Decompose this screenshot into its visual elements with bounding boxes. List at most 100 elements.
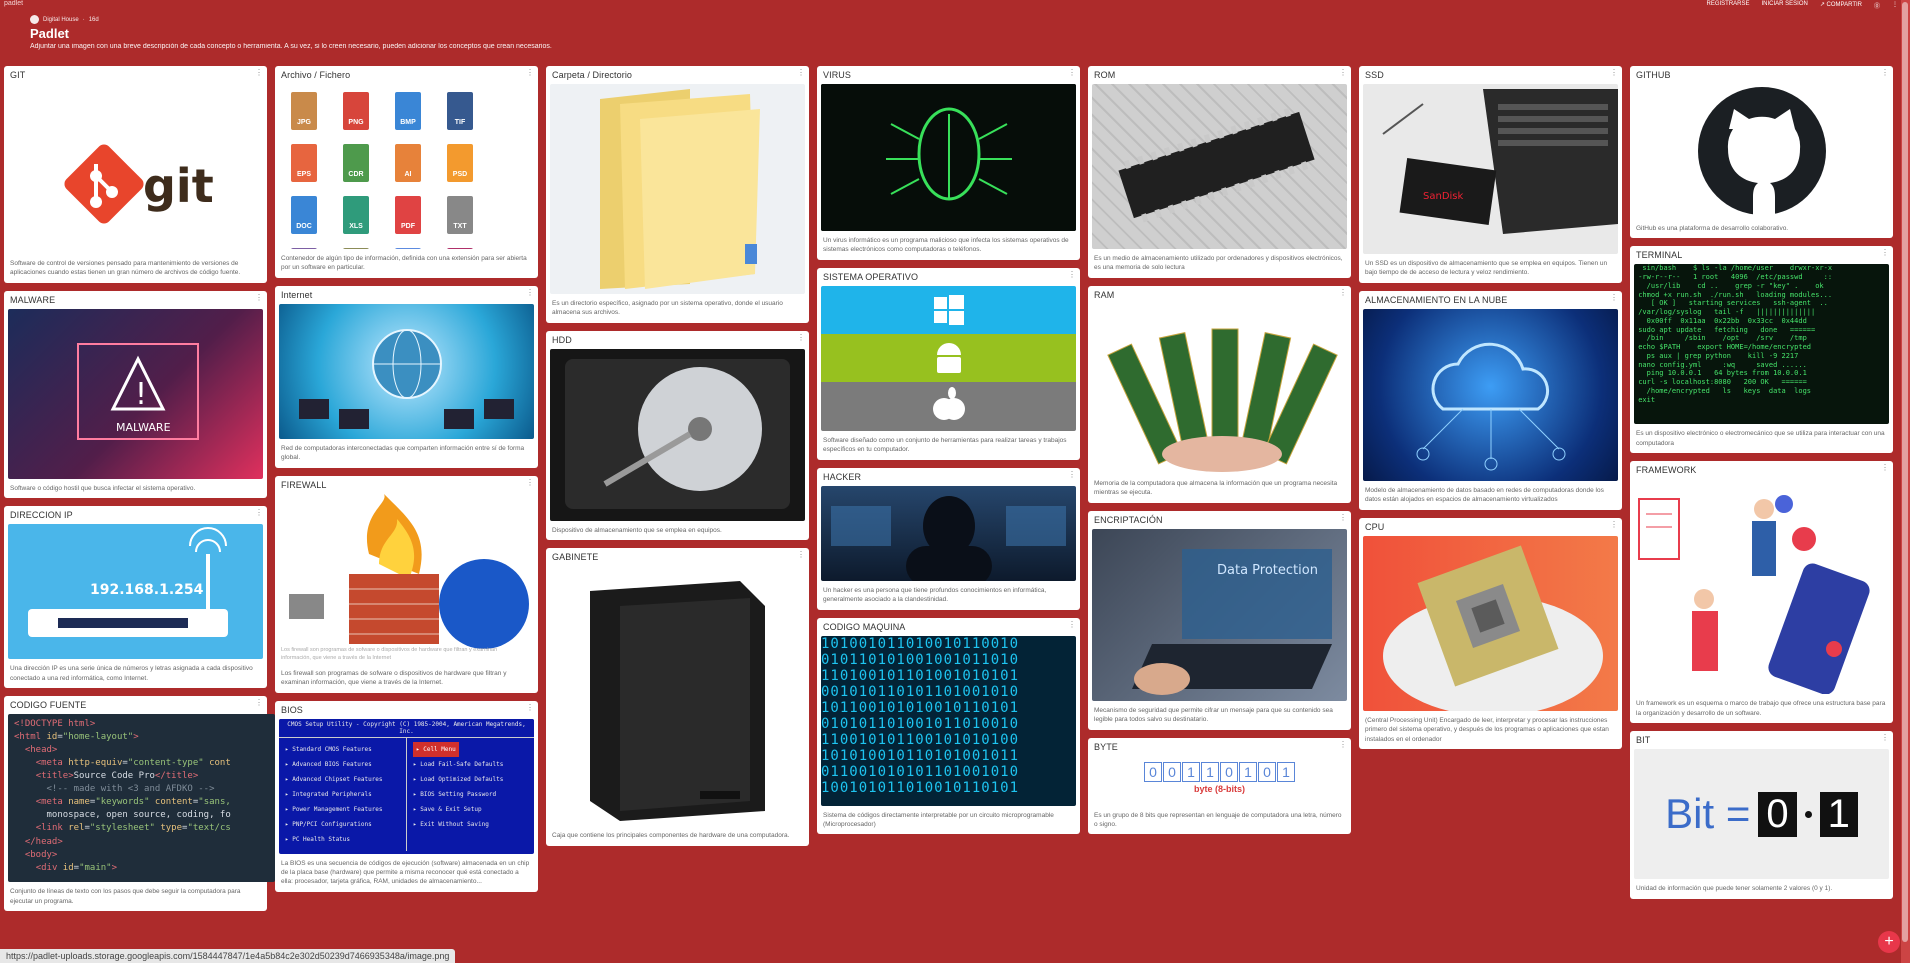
os-logos-image[interactable] — [821, 285, 1076, 431]
card-menu-icon[interactable]: ⋮ — [526, 288, 534, 297]
card-menu-icon[interactable]: ⋮ — [1339, 68, 1347, 77]
card-archivo[interactable]: Archivo / Fichero ⋮ JPG PNG BMP TIF EPS CDR AI… — [275, 66, 538, 278]
rom-chip-image[interactable] — [1092, 84, 1347, 249]
card-internet[interactable]: Internet ⋮ Red de computadoras intercone… — [275, 285, 538, 468]
card-menu-icon[interactable]: ⋮ — [1068, 270, 1076, 279]
source-code-image[interactable]: <!DOCTYPE html> <html id="home-layout"> … — [8, 714, 275, 883]
card-github[interactable]: GITHUB ⋮ GitHub es una plataforma de des… — [1630, 66, 1893, 239]
column-5: ROM ⋮ Es un medio de almacenamiento util… — [1088, 66, 1351, 842]
card-menu-icon[interactable]: ⋮ — [255, 68, 263, 77]
card-menu-icon[interactable]: ⋮ — [255, 293, 263, 302]
card-hacker[interactable]: HACKER ⋮ Un hacker es una persona que ti… — [817, 467, 1080, 610]
card-sistema-operativo[interactable]: SISTEMA OPERATIVO ⋮ Software diseñado co… — [817, 267, 1080, 460]
hdd-image[interactable] — [550, 348, 805, 521]
card-menu-icon[interactable]: ⋮ — [255, 698, 263, 707]
file-types-image[interactable]: JPG PNG BMP TIF EPS CDR AI PSD DOC XLS PDF TXT RTF AV… — [279, 84, 534, 249]
card-gabinete[interactable]: GABINETE ⋮ Caja que contiene los princip… — [546, 548, 809, 846]
card-terminal[interactable]: TERMINAL ⋮ sin/bash $ ls -la /home/user … — [1630, 246, 1893, 454]
card-menu-icon[interactable]: ⋮ — [1610, 68, 1618, 77]
git-logo-image[interactable]: git — [8, 84, 263, 254]
malware-image[interactable]: ! MALWARE — [8, 308, 263, 479]
avatar[interactable] — [30, 15, 39, 24]
encryption-image[interactable]: Data Protection — [1092, 528, 1347, 701]
card-bit[interactable]: BIT ⋮ Bit = 0 1 Unidad de información qu… — [1630, 731, 1893, 899]
card-description: Un framework es un esquema o marco de tr… — [1636, 700, 1886, 717]
card-firewall[interactable]: FIREWALL ⋮ Los firewall son programas de… — [275, 475, 538, 693]
card-menu-icon[interactable]: ⋮ — [526, 703, 534, 712]
card-menu-icon[interactable]: ⋮ — [526, 478, 534, 487]
more-icon[interactable]: ⋮ — [1892, 1, 1898, 10]
card-virus[interactable]: VIRUS ⋮ Un virus informático es un progr… — [817, 66, 1080, 260]
file-type-avi-icon: AVI — [343, 248, 369, 249]
card-ssd[interactable]: SSD ⋮ SanDisk Un SSD es un dispositivo d… — [1359, 66, 1622, 283]
card-menu-icon[interactable]: ⋮ — [1068, 470, 1076, 479]
internet-image[interactable] — [279, 303, 534, 439]
card-description: Es un dispositivo electrónico o electrom… — [1636, 430, 1885, 447]
card-menu-icon[interactable]: ⋮ — [1068, 620, 1076, 629]
file-type-label: PDF — [401, 223, 415, 230]
author-name[interactable]: Digital House — [43, 17, 79, 23]
card-git[interactable]: GIT ⋮ git Software de control de version… — [4, 66, 267, 283]
card-menu-icon[interactable]: ⋮ — [1339, 288, 1347, 297]
card-encriptacion[interactable]: ENCRIPTACIÓN ⋮ Data Protection Mecanismo… — [1088, 510, 1351, 730]
card-menu-icon[interactable]: ⋮ — [1068, 68, 1076, 77]
card-nube[interactable]: ALMACENAMIENTO EN LA NUBE ⋮ Modelo de al… — [1359, 290, 1622, 510]
virus-image[interactable] — [821, 84, 1076, 231]
router-image[interactable]: 192.168.1.254 — [8, 524, 263, 660]
cloud-image[interactable] — [1363, 308, 1618, 481]
card-byte[interactable]: BYTE ⋮ 00110101 byte (8-bits) Es un grup… — [1088, 737, 1351, 835]
help-icon[interactable]: ⓪ — [1874, 1, 1880, 10]
framework-image[interactable] — [1634, 479, 1889, 695]
firewall-image[interactable]: Los firewall son programas de sofware o … — [279, 493, 534, 664]
card-rom[interactable]: ROM ⋮ Es un medio de almacenamiento util… — [1088, 66, 1351, 278]
card-menu-icon[interactable]: ⋮ — [1881, 733, 1889, 742]
bios-menu-item: ▸ Load Optimized Defaults — [413, 775, 504, 783]
page-subtitle: Adjuntar una imagen con una breve descri… — [30, 43, 552, 50]
card-codigo-maquina[interactable]: CODIGO MAQUINA ⋮ 101001011010010110010 0… — [817, 617, 1080, 835]
card-malware[interactable]: MALWARE ⋮ ! MALWARE Software o código ho… — [4, 290, 267, 499]
brand-logo[interactable]: padlet — [4, 0, 23, 7]
card-menu-icon[interactable]: ⋮ — [1339, 740, 1347, 749]
card-menu-icon[interactable]: ⋮ — [526, 68, 534, 77]
card-ram[interactable]: RAM ⋮ Memoria de la computadora que alma… — [1088, 285, 1351, 503]
card-menu-icon[interactable]: ⋮ — [1881, 248, 1889, 257]
card-hdd[interactable]: HDD ⋮ Dispositivo de almacenamiento que … — [546, 330, 809, 541]
post-time: 16d — [88, 16, 99, 23]
card-menu-icon[interactable]: ⋮ — [1881, 463, 1889, 472]
pc-case-image[interactable] — [550, 566, 805, 827]
add-post-button[interactable]: + — [1878, 931, 1900, 953]
bios-screen-image[interactable]: CMOS Setup Utility - Copyright (C) 1985-… — [279, 718, 534, 854]
login-link[interactable]: INICIAR SESIÓN — [1762, 1, 1808, 10]
card-menu-icon[interactable]: ⋮ — [1339, 513, 1347, 522]
card-carpeta[interactable]: Carpeta / Directorio ⋮ Es un directorio … — [546, 66, 809, 323]
card-menu-icon[interactable]: ⋮ — [797, 333, 805, 342]
byte-bit-cell: 0 — [1258, 761, 1276, 782]
ram-modules-image[interactable] — [1092, 303, 1347, 474]
scrollbar-thumb[interactable] — [1902, 2, 1908, 942]
bit-image[interactable]: Bit = 0 1 — [1634, 749, 1889, 880]
cpu-image[interactable] — [1363, 535, 1618, 711]
card-menu-icon[interactable]: ⋮ — [255, 508, 263, 517]
card-menu-icon[interactable]: ⋮ — [1610, 520, 1618, 529]
card-cpu[interactable]: CPU ⋮ (Central Processing Unit) Encargad… — [1359, 517, 1622, 749]
card-menu-icon[interactable]: ⋮ — [1610, 293, 1618, 302]
binary-code-image[interactable]: 101001011010010110010 010110101001001011… — [821, 635, 1076, 806]
file-type-label: TIF — [454, 119, 466, 126]
card-codigo-fuente[interactable]: CODIGO FUENTE ⋮ <!DOCTYPE html> <html id… — [4, 696, 275, 911]
register-link[interactable]: REGISTRARSE — [1706, 1, 1749, 10]
card-menu-icon[interactable]: ⋮ — [1881, 68, 1889, 77]
terminal-image[interactable]: sin/bash $ ls -la /home/user drwxr-xr-x … — [1634, 264, 1889, 425]
github-logo-image[interactable] — [1634, 84, 1889, 219]
share-button[interactable]: ↗ COMPARTIR — [1820, 1, 1862, 10]
folder-image[interactable] — [550, 84, 805, 294]
card-framework[interactable]: FRAMEWORK ⋮ Un framework es un esquema o… — [1630, 461, 1893, 724]
card-title: MALWARE — [10, 294, 56, 305]
ssd-image[interactable]: SanDisk — [1363, 84, 1618, 254]
bios-menu-item: ▸ Integrated Peripherals — [285, 790, 372, 798]
card-menu-icon[interactable]: ⋮ — [797, 550, 805, 559]
card-bios[interactable]: BIOS ⋮ CMOS Setup Utility - Copyright (C… — [275, 700, 538, 892]
hacker-image[interactable] — [821, 485, 1076, 581]
card-direccion-ip[interactable]: DIRECCION IP ⋮ 192.168.1.254 Una direcci… — [4, 506, 267, 689]
card-menu-icon[interactable]: ⋮ — [797, 68, 805, 77]
byte-diagram-image[interactable]: 00110101 byte (8-bits) — [1092, 755, 1347, 806]
